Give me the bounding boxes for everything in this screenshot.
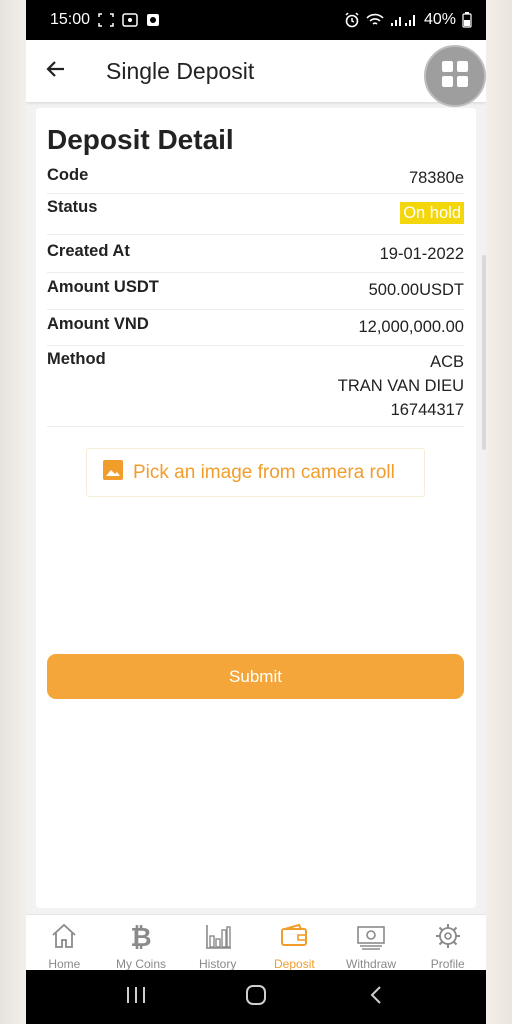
recent-apps-icon [125, 986, 147, 1009]
nav-label: History [199, 957, 237, 971]
nav-withdraw[interactable]: Withdraw [333, 915, 410, 971]
nav-history[interactable]: History [179, 915, 256, 971]
bottom-nav: Home ₿ My Coins History Deposit Withdraw [26, 914, 486, 971]
nav-home[interactable]: Home [26, 915, 103, 971]
method-bank: ACB [430, 353, 464, 371]
method-value: ACB TRAN VAN DIEU 16744317 [338, 350, 464, 426]
row-label: Code [47, 166, 89, 184]
recent-apps-button[interactable] [106, 970, 166, 1024]
status-time: 15:00 [50, 11, 91, 28]
nav-label: Deposit [274, 957, 315, 971]
svg-text:₿: ₿ [130, 923, 151, 951]
detail-row-created-at: Created At 19-01-2022 [47, 239, 464, 273]
detail-row-amount-usdt: Amount USDT 500.00USDT [47, 276, 464, 310]
row-value: 19-01-2022 [379, 245, 464, 263]
arrow-left-icon [46, 59, 66, 84]
deposit-detail-card: Deposit Detail Code 78380e Status On hol… [36, 108, 476, 908]
row-label: Status [47, 198, 98, 216]
detail-row-amount-vnd: Amount VND 12,000,000.00 [47, 313, 464, 346]
method-account-number: 16744317 [390, 401, 464, 419]
row-label: Created At [47, 242, 130, 260]
system-back-button[interactable] [346, 970, 406, 1024]
row-label: Method [47, 350, 106, 368]
row-label: Amount USDT [47, 278, 159, 296]
status-bar: 15:00 40% [26, 0, 486, 40]
battery-percent: 40% [423, 11, 456, 28]
wallet-icon [279, 921, 309, 957]
screen-record-icon [98, 13, 114, 27]
nav-label: Home [48, 957, 81, 971]
nav-my-coins[interactable]: ₿ My Coins [103, 915, 180, 971]
app-notification-icon [146, 13, 160, 27]
nav-label: Profile [430, 957, 465, 971]
pick-image-button[interactable]: Pick an image from camera roll [86, 448, 425, 497]
detail-row-status: Status On hold [47, 198, 464, 235]
detail-row-method: Method ACB TRAN VAN DIEU 16744317 [47, 349, 464, 427]
nav-label: My Coins [116, 957, 167, 971]
nav-label: Withdraw [346, 957, 397, 971]
system-nav-bar [26, 970, 486, 1024]
gear-icon [433, 921, 463, 957]
image-icon [103, 459, 123, 486]
status-badge: On hold [400, 202, 464, 224]
grid-menu-button[interactable] [424, 45, 486, 107]
wifi-icon [366, 13, 384, 27]
cash-icon [356, 921, 386, 957]
card-title: Deposit Detail [47, 124, 234, 155]
phone-screen: 15:00 40% Single Deposit Deposit Detail … [26, 0, 486, 1024]
screenshot-icon [122, 13, 138, 27]
row-value: 78380e [408, 169, 464, 187]
pick-image-label: Pick an image from camera roll [133, 461, 395, 483]
page-title: Single Deposit [106, 57, 255, 84]
detail-row-code: Code 78380e [47, 166, 464, 194]
home-button[interactable] [226, 970, 286, 1024]
signal-icon [390, 13, 418, 27]
submit-button[interactable]: Submit [47, 654, 464, 699]
scrollbar[interactable] [482, 255, 486, 450]
nav-deposit[interactable]: Deposit [256, 915, 333, 971]
row-value: 500.00USDT [368, 281, 464, 299]
home-icon [49, 921, 79, 957]
grid-icon [440, 59, 470, 94]
battery-icon [462, 12, 472, 28]
bar-chart-icon [203, 921, 233, 957]
method-account-name: TRAN VAN DIEU [337, 377, 464, 395]
back-button[interactable] [26, 40, 86, 102]
home-circle-icon [245, 984, 267, 1011]
row-label: Amount VND [47, 315, 149, 333]
nav-profile[interactable]: Profile [409, 915, 486, 971]
row-value: 12,000,000.00 [358, 318, 464, 336]
chevron-left-icon [369, 985, 383, 1010]
alarm-icon [344, 12, 360, 28]
bitcoin-icon: ₿ [126, 921, 156, 957]
app-header: Single Deposit [26, 40, 486, 102]
